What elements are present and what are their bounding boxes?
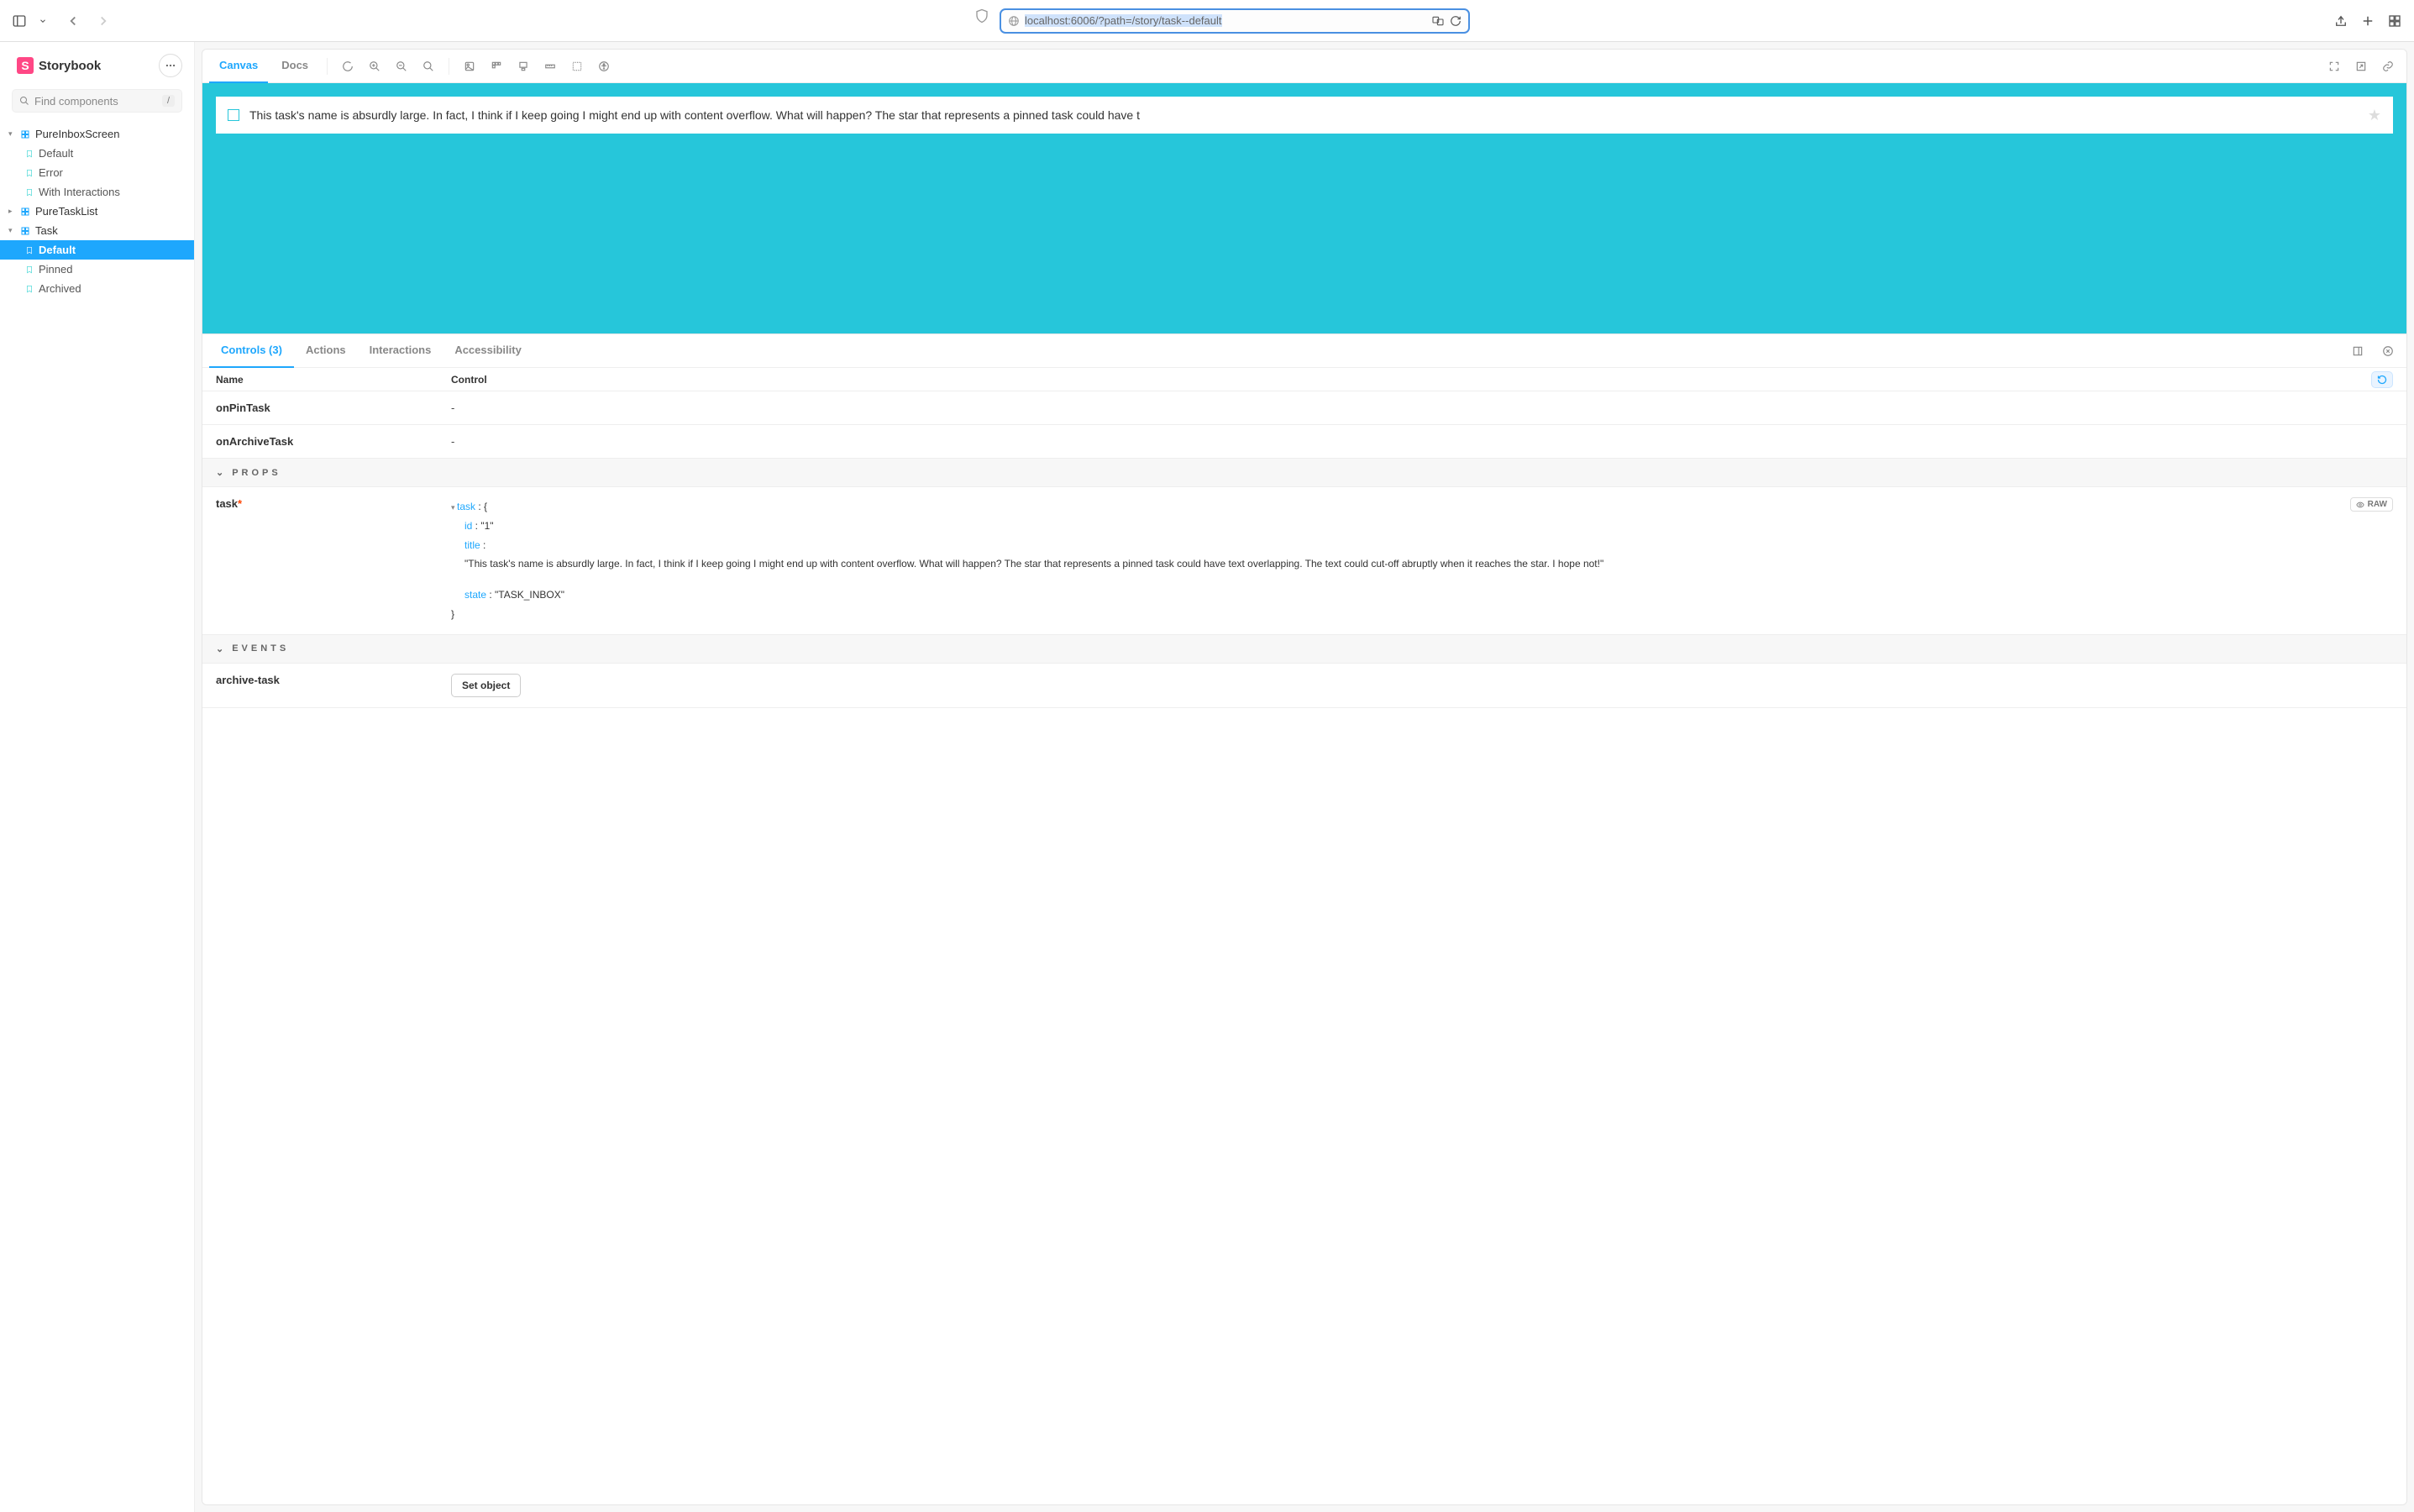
bookmark-icon	[25, 285, 34, 293]
control-row-onarchivetask: onArchiveTask -	[202, 425, 2406, 459]
addons-panel: Controls (3) Actions Interactions Access…	[202, 333, 2406, 1504]
outline-icon[interactable]	[565, 55, 589, 78]
json-object-viewer[interactable]: ▾ task : { id : "1" title : "This task's…	[451, 497, 2393, 624]
control-row-task: task* RAW ▾ task : { id : "1" title : "T…	[202, 487, 2406, 635]
header-col-name: Name	[216, 374, 451, 386]
raw-toggle-button[interactable]: RAW	[2350, 497, 2393, 512]
browser-chrome: localhost:6006/?path=/story/task--defaul…	[0, 0, 2414, 42]
measure-icon[interactable]	[538, 55, 562, 78]
caret-right-icon: ▸	[8, 207, 15, 216]
chevron-down-icon: ⌄	[216, 467, 227, 478]
bookmark-icon	[25, 246, 34, 255]
sidebar-menu-button[interactable]	[159, 54, 182, 77]
tab-accessibility[interactable]: Accessibility	[443, 334, 533, 368]
bookmark-icon	[25, 188, 34, 197]
storybook-logo-icon: S	[17, 57, 34, 74]
canvas-preview: This task's name is absurdly large. In f…	[202, 83, 2406, 333]
tab-grid-icon[interactable]	[2387, 13, 2402, 29]
task-title: This task's name is absurdly large. In f…	[249, 108, 2358, 122]
caret-down-icon: ▾	[8, 226, 15, 235]
story-pureinboxscreen-withinteractions[interactable]: With Interactions	[0, 182, 194, 202]
search-icon	[19, 96, 29, 106]
component-icon	[20, 226, 30, 236]
zoom-reset-icon[interactable]	[417, 55, 440, 78]
required-star-icon: *	[238, 497, 242, 510]
task-item: This task's name is absurdly large. In f…	[216, 97, 2393, 134]
tab-docs[interactable]: Docs	[271, 50, 318, 83]
component-label: PureInboxScreen	[35, 128, 119, 140]
story-task-default[interactable]: Default	[0, 240, 194, 260]
fullscreen-icon[interactable]	[2322, 55, 2346, 78]
url-bar[interactable]: localhost:6006/?path=/story/task--defaul…	[1000, 8, 1470, 34]
events-section-header[interactable]: ⌄ EVENTS	[202, 635, 2406, 664]
header-col-control: Control	[451, 374, 2371, 386]
zoom-out-icon[interactable]	[390, 55, 413, 78]
tab-actions[interactable]: Actions	[294, 334, 358, 368]
tab-controls[interactable]: Controls (3)	[209, 334, 294, 368]
nav-forward-icon[interactable]	[96, 13, 111, 29]
globe-icon	[1008, 15, 1020, 27]
task-checkbox[interactable]	[228, 109, 239, 121]
story-task-archived[interactable]: Archived	[0, 279, 194, 298]
component-puretasklist[interactable]: ▸ PureTaskList	[0, 202, 194, 221]
bookmark-icon	[25, 169, 34, 177]
component-label: Task	[35, 224, 58, 237]
nav-back-icon[interactable]	[66, 13, 81, 29]
background-icon[interactable]	[458, 55, 481, 78]
controls-header: Name Control	[202, 368, 2406, 391]
shield-icon[interactable]	[974, 8, 989, 24]
brand-title: Storybook	[39, 59, 101, 73]
sidebar: S Storybook Find components / ▾ PureInbo…	[0, 42, 195, 1512]
share-icon[interactable]	[2333, 13, 2348, 29]
component-icon	[20, 129, 30, 139]
translate-icon[interactable]	[1431, 14, 1445, 28]
search-input[interactable]: Find components /	[12, 89, 182, 113]
component-tree: ▾ PureInboxScreen Default Error With Int…	[0, 121, 194, 302]
chevron-down-icon[interactable]	[39, 13, 47, 29]
props-section-header[interactable]: ⌄ PROPS	[202, 459, 2406, 487]
chevron-down-icon: ⌄	[216, 643, 227, 654]
bookmark-icon	[25, 265, 34, 274]
caret-down-icon: ▾	[8, 129, 15, 139]
zoom-in-icon[interactable]	[363, 55, 386, 78]
component-icon	[20, 207, 30, 217]
search-placeholder: Find components	[34, 95, 118, 108]
panel-position-icon[interactable]	[2346, 339, 2369, 363]
set-object-button[interactable]: Set object	[451, 674, 521, 697]
story-task-pinned[interactable]: Pinned	[0, 260, 194, 279]
plus-icon[interactable]	[2360, 13, 2375, 29]
close-panel-icon[interactable]	[2376, 339, 2400, 363]
open-new-tab-icon[interactable]	[2349, 55, 2373, 78]
star-icon[interactable]: ★	[2368, 107, 2381, 124]
remount-icon[interactable]	[336, 55, 359, 78]
story-pureinboxscreen-error[interactable]: Error	[0, 163, 194, 182]
control-row-onpintask: onPinTask -	[202, 391, 2406, 425]
sidebar-toggle-icon[interactable]	[12, 13, 27, 29]
a11y-icon[interactable]	[592, 55, 616, 78]
tab-interactions[interactable]: Interactions	[358, 334, 443, 368]
copy-link-icon[interactable]	[2376, 55, 2400, 78]
component-task[interactable]: ▾ Task	[0, 221, 194, 240]
url-text[interactable]: localhost:6006/?path=/story/task--defaul…	[1025, 14, 1222, 27]
story-pureinboxscreen-default[interactable]: Default	[0, 144, 194, 163]
control-row-archive-task: archive-task Set object	[202, 664, 2406, 708]
toolbar: Canvas Docs	[202, 50, 2406, 83]
grid-icon[interactable]	[485, 55, 508, 78]
bookmark-icon	[25, 150, 34, 158]
reset-controls-button[interactable]	[2371, 371, 2393, 388]
search-kbd-hint: /	[162, 95, 175, 107]
component-pureinboxscreen[interactable]: ▾ PureInboxScreen	[0, 124, 194, 144]
reload-icon[interactable]	[1450, 15, 1462, 27]
component-label: PureTaskList	[35, 205, 97, 218]
viewport-icon[interactable]	[512, 55, 535, 78]
tab-canvas[interactable]: Canvas	[209, 50, 268, 83]
